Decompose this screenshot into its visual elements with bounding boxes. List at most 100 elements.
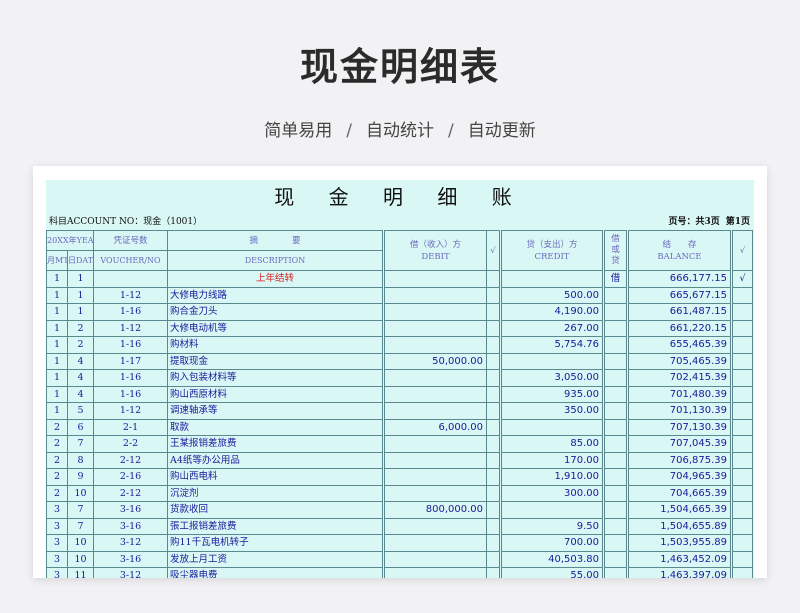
cell-check2 <box>730 352 753 370</box>
cell-day: 2 <box>67 336 94 354</box>
cell-dc <box>602 550 628 568</box>
cell-check2 <box>730 567 753 578</box>
cell-description: 上年结转 <box>167 270 384 288</box>
cell-voucher: 1-17 <box>93 352 168 370</box>
cell-dc <box>602 567 628 578</box>
cell-credit: 300.00 <box>499 484 604 502</box>
cell-credit: 700.00 <box>499 534 604 552</box>
cell-day: 1 <box>67 270 94 288</box>
cell-voucher: 2-12 <box>93 451 168 469</box>
table-row: 1 4 1-16 购入包装材料等 3,050.00 702,415.39 <box>46 369 753 387</box>
cell-check <box>486 484 501 502</box>
cell-description: 购山西电料 <box>167 468 384 486</box>
cell-description: 购入包装材料等 <box>167 369 384 387</box>
col-voucher-en: VOUCHER/NO <box>93 250 168 271</box>
cell-voucher: 2-12 <box>93 484 168 502</box>
cell-debit: 800,000.00 <box>382 501 487 519</box>
cell-dc <box>602 418 628 436</box>
cell-credit: 1,910.00 <box>499 468 604 486</box>
cell-credit: 3,050.00 <box>499 369 604 387</box>
cell-credit <box>499 418 604 436</box>
cell-check <box>486 435 501 453</box>
cell-month: 1 <box>46 336 68 354</box>
feature-easy: 简单易用 <box>264 121 333 141</box>
cell-dc <box>602 484 628 502</box>
cell-balance: 1,463,397.09 <box>626 567 732 578</box>
cell-credit: 5,754.76 <box>499 336 604 354</box>
cell-description: 购11千瓦电机转子 <box>167 534 384 552</box>
cell-check2 <box>730 336 753 354</box>
cell-balance: 661,487.15 <box>626 303 732 321</box>
col-check2: √ <box>730 230 753 271</box>
col-year: 20XX年YEAR <box>46 230 94 251</box>
cell-description: 调速轴承等 <box>167 402 384 420</box>
cell-check <box>486 319 501 337</box>
table-row: 2 10 2-12 沉淀剂 300.00 704,665.39 <box>46 484 753 502</box>
cell-month: 2 <box>46 484 68 502</box>
cell-description: A4纸等办公用品 <box>167 451 384 469</box>
cell-month: 1 <box>46 286 68 304</box>
cell-dc <box>602 369 628 387</box>
cell-description: 沉淀剂 <box>167 484 384 502</box>
col-dc-text: 借或贷 <box>611 234 620 266</box>
cell-check2 <box>730 402 753 420</box>
col-debit-cn: 借（收入）方 <box>409 239 461 250</box>
cell-dc <box>602 402 628 420</box>
col-voucher: 凭证号数 <box>93 230 168 251</box>
cell-credit: 935.00 <box>499 385 604 403</box>
separator: / <box>448 121 454 141</box>
cell-credit: 55.00 <box>499 567 604 578</box>
cell-month: 3 <box>46 517 68 535</box>
account-label: 科目ACCOUNT NO：现金（1001） <box>49 217 203 227</box>
cell-check <box>486 451 501 469</box>
cell-check <box>486 352 501 370</box>
cell-debit: 50,000.00 <box>382 352 487 370</box>
feature-tagline: 简单易用 / 自动统计 / 自动更新 <box>0 116 800 141</box>
cell-day: 4 <box>67 369 94 387</box>
cell-dc <box>602 468 628 486</box>
col-day: 日DATE <box>67 250 94 271</box>
cell-day: 4 <box>67 352 94 370</box>
cell-month: 1 <box>46 352 68 370</box>
cell-debit <box>382 517 487 535</box>
table-row: 1 2 1-12 大修电动机等 267.00 661,220.15 <box>46 319 753 337</box>
cell-debit <box>382 534 487 552</box>
cell-month: 1 <box>46 319 68 337</box>
cell-voucher: 2-2 <box>93 435 168 453</box>
cell-description: 货款收回 <box>167 501 384 519</box>
table-row: 1 1 1-16 购合金刀头 4,190.00 661,487.15 <box>46 303 753 321</box>
cell-balance: 655,465.39 <box>626 336 732 354</box>
cell-voucher: 3-16 <box>93 501 168 519</box>
col-dc: 借或贷 <box>602 230 628 271</box>
cell-dc <box>602 451 628 469</box>
cell-check2 <box>730 303 753 321</box>
table-row: 3 11 3-12 吸尘器电费 55.00 1,463,397.09 <box>46 567 753 578</box>
cell-check <box>486 567 501 578</box>
cell-day: 9 <box>67 468 94 486</box>
cell-month: 1 <box>46 303 68 321</box>
cell-month: 2 <box>46 435 68 453</box>
cell-day: 2 <box>67 319 94 337</box>
cell-check <box>486 534 501 552</box>
col-credit: 贷（支出）方 CREDIT <box>499 230 604 271</box>
cell-check <box>486 517 501 535</box>
col-credit-cn: 贷（支出）方 <box>526 239 578 250</box>
cell-credit <box>499 270 604 288</box>
cell-balance: 701,130.39 <box>626 402 732 420</box>
table-row: 3 7 3-16 货款收回 800,000.00 1,504,665.39 <box>46 501 753 519</box>
cell-description: 取款 <box>167 418 384 436</box>
cell-description: 吸尘器电费 <box>167 567 384 578</box>
cell-balance: 704,965.39 <box>626 468 732 486</box>
cell-day: 10 <box>67 550 94 568</box>
cell-credit: 9.50 <box>499 517 604 535</box>
cell-balance: 707,130.39 <box>626 418 732 436</box>
cell-debit <box>382 451 487 469</box>
table-row: 1 4 1-17 提取现金 50,000.00 705,465.39 <box>46 352 753 370</box>
cell-voucher: 1-16 <box>93 385 168 403</box>
cell-voucher: 3-12 <box>93 534 168 552</box>
cell-balance: 704,665.39 <box>626 484 732 502</box>
cell-check2 <box>730 468 753 486</box>
cell-dc <box>602 517 628 535</box>
page-info: 页号：共3页 第1页 <box>662 214 750 230</box>
col-balance-en: BALANCE <box>657 251 702 262</box>
